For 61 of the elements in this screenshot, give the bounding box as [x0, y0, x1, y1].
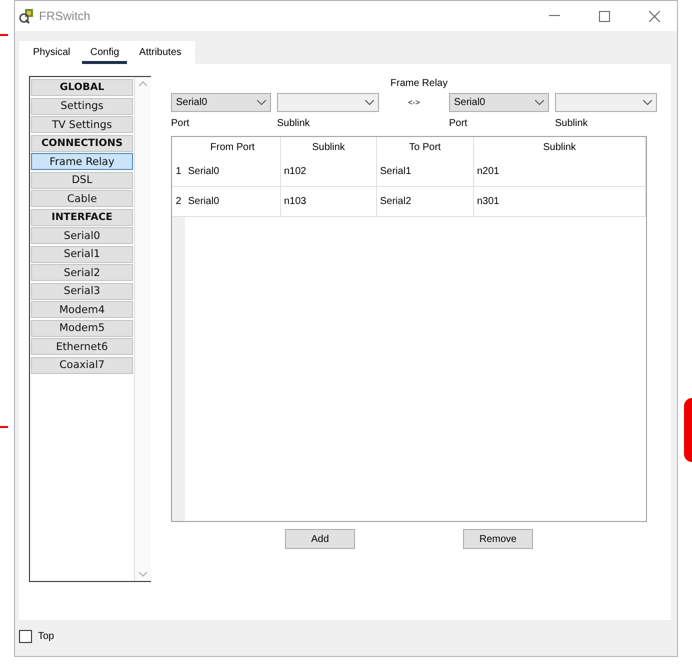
- sidebar-item[interactable]: Serial1: [31, 246, 133, 262]
- section-header: GLOBAL: [31, 79, 133, 96]
- table-cell: Serial0: [185, 157, 281, 187]
- column-header: Sublink: [474, 137, 646, 157]
- sidebar-item[interactable]: Ethernet6: [31, 338, 133, 355]
- sidebar-item[interactable]: Modem4: [31, 301, 133, 318]
- edge-mark: [0, 34, 8, 36]
- table-cell: n103: [281, 187, 377, 217]
- field-label: Port: [171, 118, 190, 129]
- sidebar-item[interactable]: Serial2: [31, 264, 133, 281]
- edge-mark: [0, 426, 8, 428]
- column-header: To Port: [377, 137, 474, 157]
- column-header: From Port: [185, 137, 281, 157]
- sidebar-item[interactable]: Serial3: [31, 282, 133, 300]
- table-cell: Serial0: [185, 187, 281, 217]
- app-icon: [19, 8, 35, 24]
- section-header: CONNECTIONS: [31, 134, 133, 152]
- table-cell: n301: [474, 187, 646, 217]
- checkbox[interactable]: [19, 630, 32, 643]
- action-button[interactable]: Add: [285, 529, 355, 549]
- row-number: 1: [172, 157, 185, 187]
- action-button[interactable]: Remove: [463, 529, 533, 549]
- dropdown[interactable]: [277, 93, 379, 112]
- section-title: Frame Relay: [389, 78, 449, 89]
- sidebar-item[interactable]: DSL: [31, 172, 133, 188]
- link-arrow: <->: [406, 98, 421, 107]
- chevron-icon: [535, 100, 544, 105]
- tab[interactable]: Physical: [25, 47, 78, 64]
- edge-mark: [684, 398, 692, 462]
- field-label: Sublink: [555, 118, 589, 129]
- minimize-icon: [548, 15, 560, 17]
- scrollbar[interactable]: [134, 77, 151, 581]
- tab[interactable]: Attributes: [131, 47, 190, 64]
- dropdown[interactable]: Serial0: [171, 93, 271, 112]
- row-number: 2: [172, 187, 185, 217]
- table-cell: n201: [474, 157, 646, 187]
- scroll-up-icon: [139, 81, 147, 86]
- dropdown[interactable]: [555, 93, 657, 112]
- sidebar-item[interactable]: TV Settings: [31, 116, 133, 133]
- table-cell: Serial1: [377, 157, 474, 187]
- sidebar-item[interactable]: Settings: [31, 98, 133, 114]
- sidebar-item[interactable]: Coaxial7: [31, 356, 133, 374]
- chevron-icon: [257, 100, 266, 105]
- maximize-icon: [598, 10, 610, 22]
- chevron-icon: [365, 100, 374, 105]
- scroll-down-icon: [139, 572, 147, 577]
- section-header: INTERFACE: [31, 208, 133, 226]
- sidebar-item[interactable]: Cable: [31, 190, 133, 207]
- window-title: FRSwitch: [39, 9, 92, 23]
- chevron-icon: [643, 100, 652, 105]
- table-cell: n102: [281, 157, 377, 187]
- checkbox-label: Top: [38, 631, 54, 642]
- sidebar-item[interactable]: Frame Relay: [31, 153, 133, 170]
- column-header: Sublink: [281, 137, 377, 157]
- field-label: Sublink: [277, 118, 311, 129]
- field-label: Port: [449, 118, 468, 129]
- close-icon: [648, 10, 660, 22]
- table-cell: Serial2: [377, 187, 474, 217]
- sidebar-item[interactable]: Modem5: [31, 320, 133, 336]
- sidebar-item[interactable]: Serial0: [31, 227, 133, 244]
- dropdown[interactable]: Serial0: [449, 93, 549, 112]
